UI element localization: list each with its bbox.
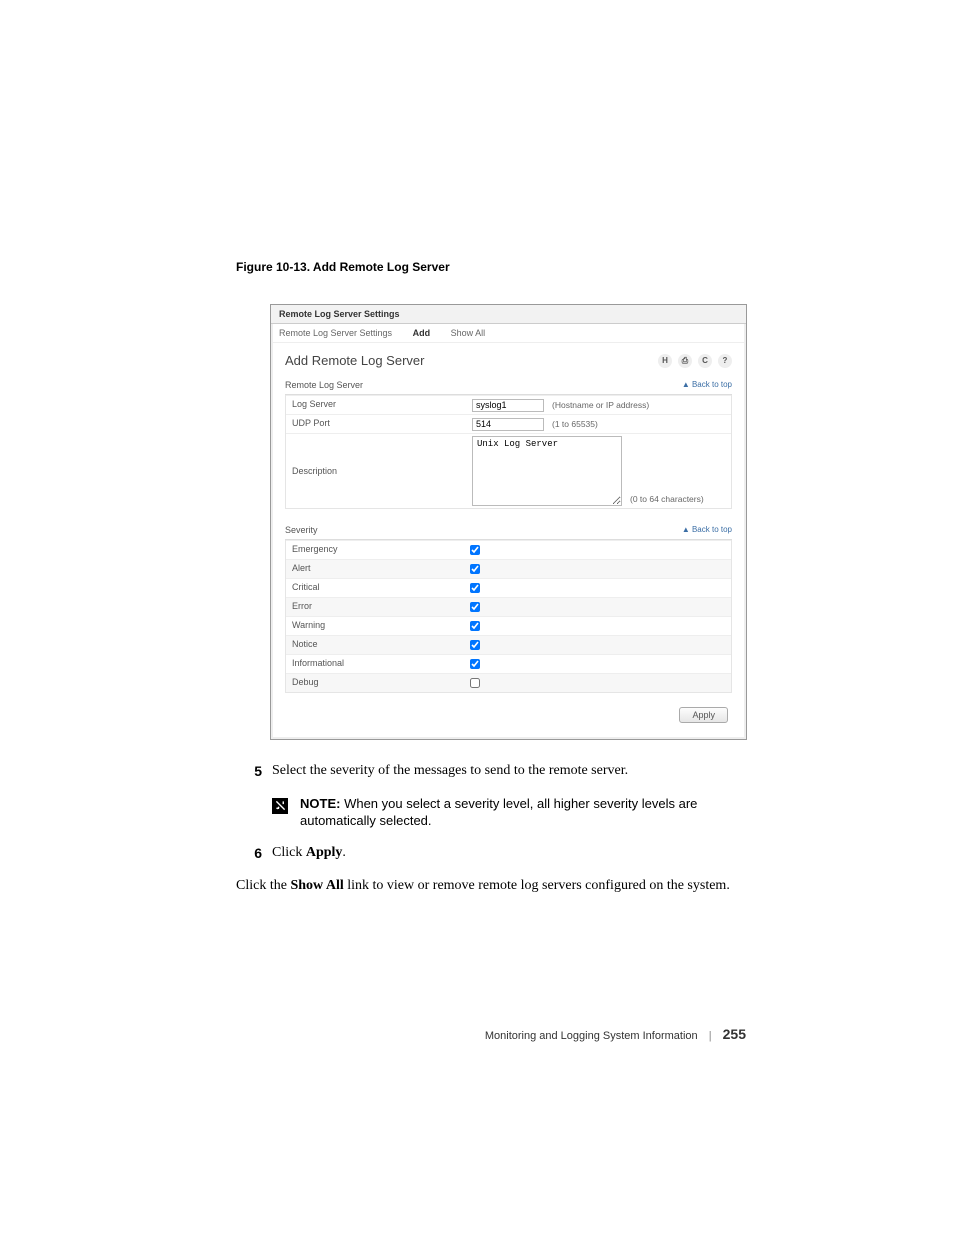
apply-bold: Apply — [306, 845, 343, 860]
log-server-label: Log Server — [286, 396, 468, 414]
description-hint: (0 to 64 characters) — [630, 494, 704, 504]
severity-row: Warning — [286, 616, 731, 635]
tab-bar: Remote Log Server Settings Add Show All — [271, 324, 746, 343]
log-server-input[interactable] — [472, 399, 544, 412]
severity-row: Critical — [286, 578, 731, 597]
toolbar-icons: H ⎙ C ? — [658, 354, 732, 368]
page-title: Add Remote Log Server — [285, 353, 424, 368]
severity-row: Notice — [286, 635, 731, 654]
severity-label: Critical — [286, 579, 468, 597]
severity-checkbox[interactable] — [470, 678, 480, 688]
show-all-bold: Show All — [290, 878, 343, 893]
log-server-hint: (Hostname or IP address) — [552, 400, 649, 410]
step-6-number: 6 — [236, 844, 272, 863]
severity-label: Notice — [286, 636, 468, 654]
window-title: Remote Log Server Settings — [271, 305, 746, 324]
description-input[interactable]: Unix Log Server — [472, 436, 622, 506]
severity-checkbox[interactable] — [470, 640, 480, 650]
severity-checkbox[interactable] — [470, 564, 480, 574]
footer-chapter: Monitoring and Logging System Informatio… — [485, 1030, 698, 1042]
refresh-icon[interactable]: C — [698, 354, 712, 368]
severity-checkbox[interactable] — [470, 545, 480, 555]
note-label: NOTE: — [300, 796, 340, 811]
severity-label: Error — [286, 598, 468, 616]
print-icon[interactable]: ⎙ — [678, 354, 692, 368]
severity-table: EmergencyAlertCriticalErrorWarningNotice… — [285, 540, 732, 693]
page-footer: Monitoring and Logging System Informatio… — [236, 1026, 746, 1042]
note-text: When you select a severity level, all hi… — [300, 796, 697, 829]
udp-port-hint: (1 to 65535) — [552, 419, 598, 429]
severity-checkbox[interactable] — [470, 621, 480, 631]
tab-add[interactable]: Add — [413, 328, 431, 338]
severity-label: Alert — [286, 560, 468, 578]
severity-label: Emergency — [286, 541, 468, 559]
apply-button[interactable]: Apply — [679, 707, 728, 723]
back-to-top-link[interactable]: ▲ Back to top — [682, 380, 732, 390]
severity-label: Warning — [286, 617, 468, 635]
severity-row: Emergency — [286, 540, 731, 559]
footer-page-number: 255 — [723, 1026, 746, 1042]
severity-label: Informational — [286, 655, 468, 673]
help-icon[interactable]: ? — [718, 354, 732, 368]
tab-show-all[interactable]: Show All — [451, 328, 486, 338]
figure-caption: Figure 10-13. Add Remote Log Server — [236, 260, 746, 274]
tab-settings[interactable]: Remote Log Server Settings — [279, 328, 392, 338]
description-label: Description — [286, 434, 468, 508]
step-5-number: 5 — [236, 762, 272, 781]
severity-row: Alert — [286, 559, 731, 578]
severity-label: Debug — [286, 674, 468, 692]
back-to-top-link-2[interactable]: ▲ Back to top — [682, 525, 732, 535]
severity-checkbox[interactable] — [470, 602, 480, 612]
paragraph: Click the Show All link to view or remov… — [236, 877, 746, 896]
step-6-text: Click Apply. — [272, 844, 746, 863]
udp-port-label: UDP Port — [286, 415, 468, 433]
udp-port-input[interactable] — [472, 418, 544, 431]
severity-checkbox[interactable] — [470, 583, 480, 593]
section-title-remote: Remote Log Server — [285, 380, 363, 390]
note-icon — [272, 798, 288, 814]
severity-checkbox[interactable] — [470, 659, 480, 669]
note-block: NOTE: When you select a severity level, … — [272, 795, 746, 830]
save-icon[interactable]: H — [658, 354, 672, 368]
section-title-severity: Severity — [285, 525, 318, 535]
severity-row: Error — [286, 597, 731, 616]
severity-row: Debug — [286, 673, 731, 692]
severity-row: Informational — [286, 654, 731, 673]
step-5-text: Select the severity of the messages to s… — [272, 762, 746, 781]
screenshot-container: Remote Log Server Settings Remote Log Se… — [270, 304, 747, 740]
